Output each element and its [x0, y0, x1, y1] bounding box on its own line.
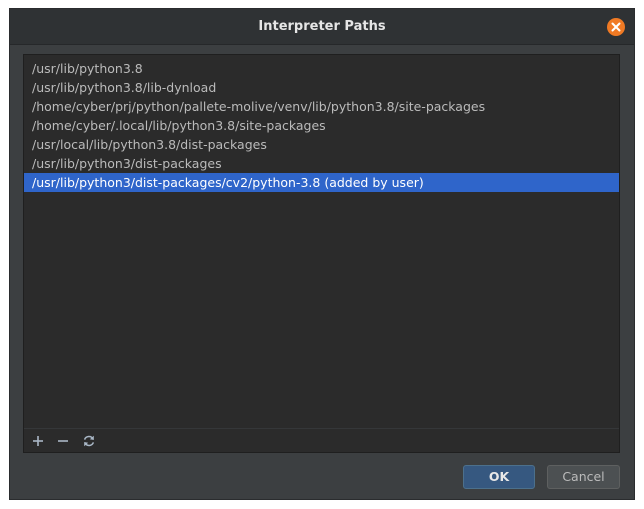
- title-bar: Interpreter Paths: [10, 9, 634, 45]
- path-item[interactable]: /home/cyber/prj/python/pallete-molive/ve…: [24, 97, 619, 116]
- remove-path-button[interactable]: [54, 432, 72, 450]
- plus-icon: [33, 436, 43, 446]
- minus-icon: [58, 440, 68, 442]
- path-item-selected[interactable]: /usr/lib/python3/dist-packages/cv2/pytho…: [24, 173, 619, 192]
- path-item[interactable]: /home/cyber/.local/lib/python3.8/site-pa…: [24, 116, 619, 135]
- paths-list[interactable]: /usr/lib/python3.8 /usr/lib/python3.8/li…: [24, 59, 619, 192]
- list-toolbar: [24, 428, 619, 452]
- paths-list-panel: /usr/lib/python3.8 /usr/lib/python3.8/li…: [23, 54, 620, 453]
- reload-icon: [83, 435, 95, 447]
- path-item[interactable]: /usr/lib/python3.8/lib-dynload: [24, 78, 619, 97]
- path-item[interactable]: /usr/local/lib/python3.8/dist-packages: [24, 135, 619, 154]
- path-item[interactable]: /usr/lib/python3/dist-packages: [24, 154, 619, 173]
- reload-paths-button[interactable]: [80, 432, 98, 450]
- close-icon: [611, 22, 621, 32]
- cancel-button[interactable]: Cancel: [547, 465, 620, 489]
- ok-button[interactable]: OK: [463, 465, 535, 489]
- path-item[interactable]: /usr/lib/python3.8: [24, 59, 619, 78]
- close-button[interactable]: [607, 18, 625, 36]
- dialog-title: Interpreter Paths: [258, 19, 386, 34]
- dialog-footer: OK Cancel: [10, 459, 634, 501]
- interpreter-paths-dialog: Interpreter Paths /usr/lib/python3.8 /us…: [9, 8, 635, 500]
- add-path-button[interactable]: [29, 432, 47, 450]
